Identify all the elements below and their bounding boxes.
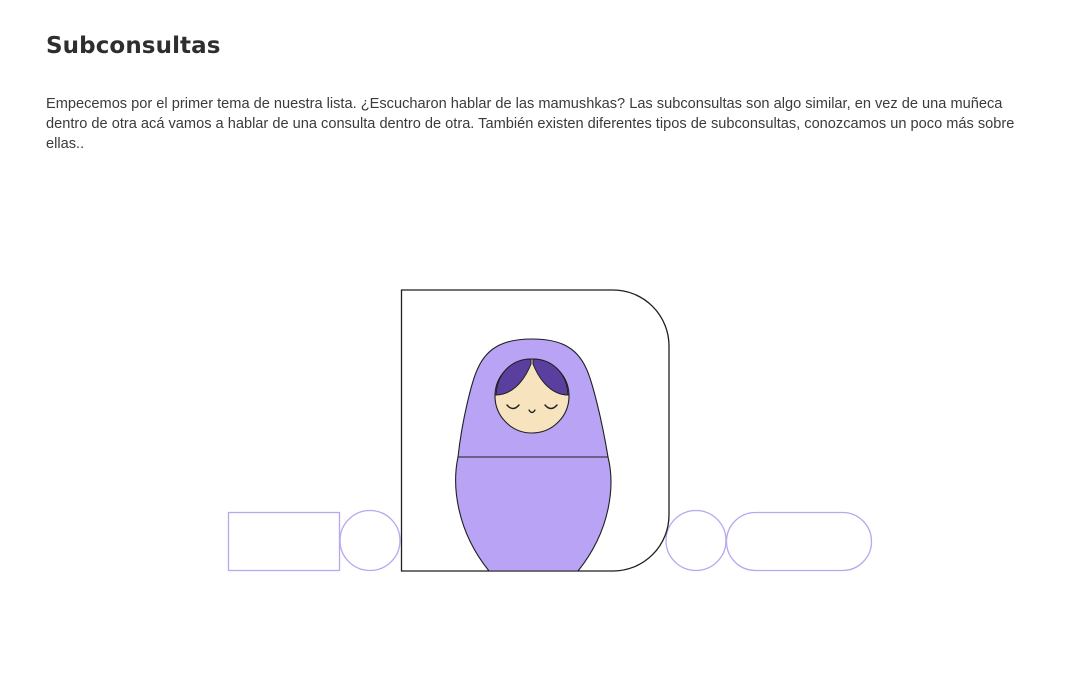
outline-pill-shape bbox=[725, 511, 873, 572]
outline-circle-left-shape bbox=[339, 509, 401, 572]
matryoshka-doll-icon bbox=[455, 338, 612, 572]
doll-lower-body bbox=[455, 456, 612, 572]
outline-rectangle-shape bbox=[227, 511, 341, 572]
matryoshka-illustration bbox=[227, 289, 873, 572]
outline-circle-right-shape bbox=[665, 509, 727, 572]
